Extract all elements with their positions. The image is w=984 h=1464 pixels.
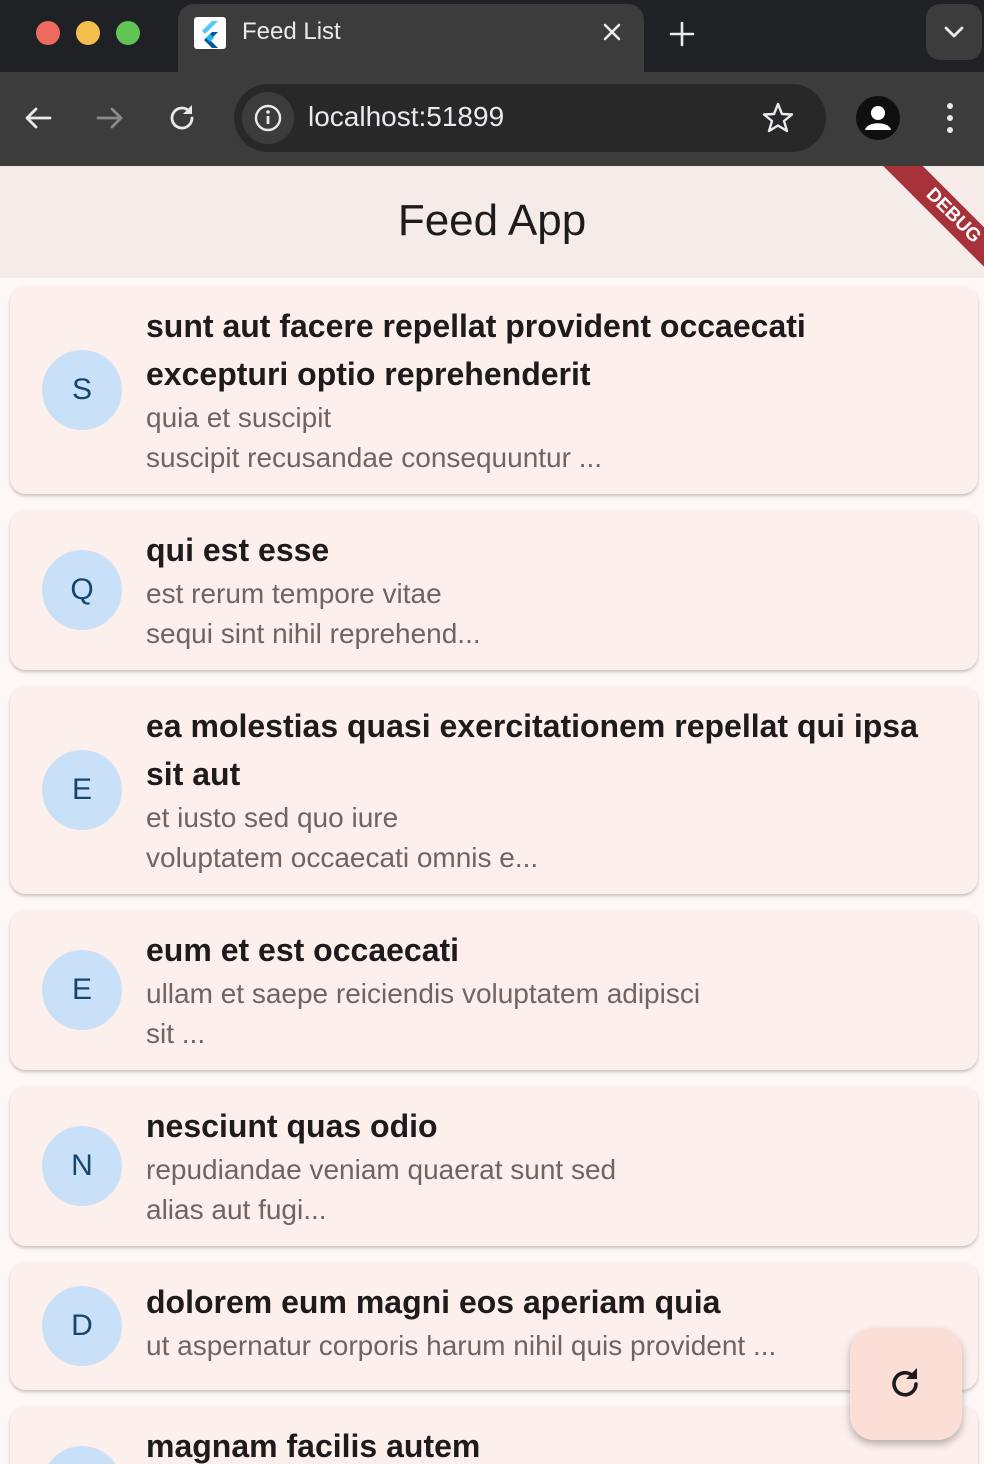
feed-card[interactable]: D dolorem eum magni eos aperiam quia ut …: [10, 1262, 978, 1390]
feed-card[interactable]: N nesciunt quas odio repudiandae veniam …: [10, 1086, 978, 1246]
address-bar[interactable]: localhost:51899: [234, 84, 826, 152]
post-excerpt: ut aspernatur corporis harum nihil quis …: [146, 1330, 777, 1361]
post-excerpt: est rerum tempore vitae sequi sint nihil…: [146, 578, 481, 649]
post-excerpt: quia et suscipit suscipit recusandae con…: [146, 402, 603, 473]
avatar: Q: [42, 550, 122, 630]
url-text[interactable]: localhost:51899: [308, 101, 504, 133]
post-title: qui est esse: [146, 532, 330, 568]
arrow-right-icon[interactable]: [92, 100, 128, 136]
feed-card[interactable]: S sunt aut facere repellat provident occ…: [10, 286, 978, 494]
avatar: D: [42, 1286, 122, 1366]
post-title: sunt aut facere repellat provident occae…: [146, 308, 806, 392]
post-excerpt: ullam et saepe reiciendis voluptatem adi…: [146, 978, 701, 1049]
avatar: E: [42, 950, 122, 1030]
post-title: ea molestias quasi exercitationem repell…: [146, 708, 918, 792]
feed-card[interactable]: E eum et est occaecati ullam et saepe re…: [10, 910, 978, 1070]
post-title: eum et est occaecati: [146, 932, 460, 968]
tab-title: Feed List: [242, 18, 341, 45]
reload-icon[interactable]: [164, 100, 200, 136]
post-title: dolorem eum magni eos aperiam quia: [146, 1284, 721, 1320]
avatar: N: [42, 1126, 122, 1206]
feed-card[interactable]: Q qui est esse est rerum tempore vitae s…: [10, 510, 978, 670]
close-icon[interactable]: [598, 18, 626, 46]
flutter-icon: [194, 17, 226, 49]
window-close-button[interactable]: [36, 21, 60, 45]
app-bar: Feed App: [0, 166, 984, 278]
post-title: nesciunt quas odio: [146, 1108, 438, 1144]
post-title: magnam facilis autem: [146, 1428, 481, 1464]
window-maximize-button[interactable]: [116, 21, 140, 45]
refresh-button[interactable]: [850, 1328, 962, 1440]
chevron-down-icon[interactable]: [926, 4, 982, 60]
browser-tab-bar: Feed List: [0, 0, 984, 72]
browser-tab[interactable]: Feed List: [178, 4, 644, 72]
post-excerpt: repudiandae veniam quaerat sunt sed alia…: [146, 1154, 617, 1225]
refresh-icon: [892, 1368, 918, 1397]
plus-icon[interactable]: [666, 18, 698, 50]
feed-card[interactable]: magnam facilis autem: [10, 1406, 978, 1464]
avatar: E: [42, 750, 122, 830]
window-minimize-button[interactable]: [76, 21, 100, 45]
profile-icon[interactable]: [856, 96, 900, 140]
arrow-left-icon[interactable]: [20, 100, 56, 136]
feed-card[interactable]: E ea molestias quasi exercitationem repe…: [10, 686, 978, 894]
star-icon[interactable]: [760, 100, 796, 136]
browser-toolbar: localhost:51899: [0, 72, 984, 166]
feed-list[interactable]: S sunt aut facere repellat provident occ…: [0, 278, 984, 1464]
more-vertical-icon[interactable]: [934, 98, 966, 138]
post-excerpt: et iusto sed quo iure voluptatem occaeca…: [146, 802, 539, 873]
avatar: S: [42, 350, 122, 430]
page-title: Feed App: [397, 196, 587, 245]
avatar: [42, 1446, 122, 1464]
info-icon[interactable]: [242, 92, 294, 144]
